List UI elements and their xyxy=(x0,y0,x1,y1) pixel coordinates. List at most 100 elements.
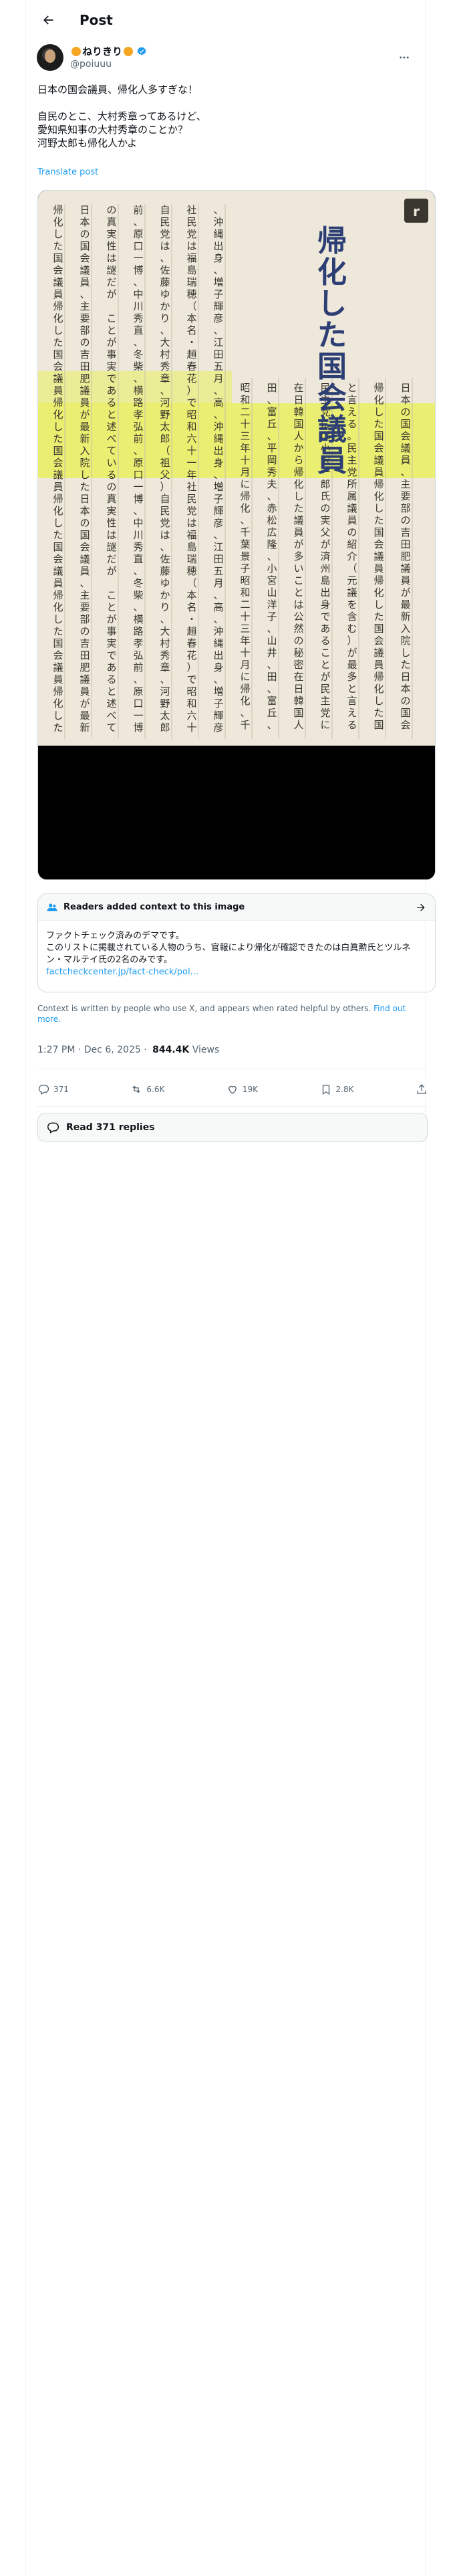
clipping-char: 秀 xyxy=(133,541,143,553)
clipping-char: 秘 xyxy=(293,647,303,659)
clipping-char: 、 xyxy=(267,430,277,442)
clipping-char: 身 xyxy=(320,599,330,611)
clipping-char: だ xyxy=(106,553,116,565)
avatar[interactable] xyxy=(37,44,63,71)
post-image[interactable]: 日本の国会議員、主要部の吉田肥議員が最新入院した日本の国会帰化した国会議員帰化し… xyxy=(37,190,436,880)
clipping-char: 彦 xyxy=(213,722,223,734)
reply-button[interactable]: 371 xyxy=(37,1083,69,1095)
community-note-body: ファクトチェック済みのデマです。 このリストに掲載されている人物のうち、官報によ… xyxy=(38,921,435,988)
clipping-char: 在 xyxy=(293,671,303,683)
clipping-char: 議 xyxy=(53,276,63,288)
clipping-char: 月 xyxy=(240,659,250,671)
headline-char: 議 xyxy=(317,413,347,447)
clipping-char: は xyxy=(106,252,116,264)
clipping-char: 議 xyxy=(53,469,63,481)
note-source-link[interactable]: factcheckcenter.jp/fact-check/pol... xyxy=(46,966,427,978)
display-name-row[interactable]: ねりきり xyxy=(70,45,147,58)
clipping-char: 会 xyxy=(400,430,410,442)
clipping-char: 自 xyxy=(160,493,170,505)
clipping-char: 江 xyxy=(213,541,223,553)
clipping-char: 月 xyxy=(240,466,250,478)
like-button[interactable]: 19K xyxy=(227,1083,258,1095)
clipping-char: に xyxy=(240,478,250,490)
post-time[interactable]: 1:27 PM xyxy=(37,1045,75,1055)
clipping-char: 口 xyxy=(133,240,143,252)
clipping-char: 述 xyxy=(106,421,116,433)
clipping-char: 帰 xyxy=(293,466,303,478)
clipping-char: 員 xyxy=(80,565,90,577)
clipping-char: 島 xyxy=(186,541,196,553)
clipping-char: 会 xyxy=(400,719,410,731)
clipping-char: 化 xyxy=(53,312,63,324)
clipping-char: 、 xyxy=(213,409,223,421)
clipping-char: 弘 xyxy=(133,649,143,661)
clipping-char: の xyxy=(400,514,410,526)
translate-link[interactable]: Translate post xyxy=(37,167,98,177)
read-replies-button[interactable]: Read 371 replies xyxy=(37,1113,428,1142)
more-options-button[interactable] xyxy=(394,47,414,68)
clipping-char: 柴 xyxy=(133,589,143,601)
community-note-header[interactable]: Readers added context to this image xyxy=(38,894,435,921)
clipping-char: 員 xyxy=(373,562,384,574)
clipping-char: の xyxy=(347,526,357,538)
clipping-char: 最 xyxy=(347,659,357,671)
clipping-char: 。 xyxy=(347,430,357,442)
clipping-char: 化 xyxy=(373,490,384,502)
clipping-char: 藤 xyxy=(160,565,170,577)
post-date[interactable]: Dec 6, 2025 xyxy=(84,1045,141,1055)
clipping-char: 郎 xyxy=(160,433,170,445)
clipping-char: 部 xyxy=(400,502,410,514)
clipping-char: 帰 xyxy=(53,397,63,409)
clipping-char: 実 xyxy=(106,505,116,517)
clipping-char: 田 xyxy=(213,348,223,360)
clipping-char: 出 xyxy=(320,586,330,599)
clipping-char: 党 xyxy=(320,707,330,719)
clipping-char: 沖 xyxy=(213,216,223,228)
clipping-char: 原 xyxy=(133,685,143,697)
clipping-char: る xyxy=(347,719,357,731)
clipping-char: 会 xyxy=(53,553,63,565)
clipping-char: た xyxy=(400,659,410,671)
clipping-char: 昭 xyxy=(186,409,196,421)
clipping-char: る xyxy=(106,397,116,409)
clipping-char: の xyxy=(80,336,90,348)
clipping-char: 員 xyxy=(347,514,357,526)
clipping-char: 謎 xyxy=(106,264,116,276)
clipping-char: 員 xyxy=(400,574,410,586)
back-button[interactable] xyxy=(37,9,59,31)
clipping-char: 述 xyxy=(106,697,116,710)
clipping-char: 路 xyxy=(133,397,143,409)
clipping-char: 佐 xyxy=(160,264,170,276)
clipping-char: ・ xyxy=(186,613,196,625)
clipping-char: 所 xyxy=(347,478,357,490)
clipping-char: 横 xyxy=(133,613,143,625)
share-button[interactable] xyxy=(416,1083,428,1095)
clipping-char: 本 xyxy=(80,505,90,517)
note-line-1: ファクトチェック済みのデマです。 xyxy=(46,931,184,941)
clipping-char: 会 xyxy=(53,649,63,661)
bookmark-button[interactable]: 2.8K xyxy=(320,1083,353,1095)
post-meta: 1:27 PM · Dec 6, 2025 · 844.4K Views xyxy=(37,1045,220,1055)
reply-count: 371 xyxy=(53,1085,69,1094)
clipping-char: 部 xyxy=(80,613,90,625)
clipping-char: 、 xyxy=(133,673,143,685)
clipping-char: ） xyxy=(160,481,170,493)
repost-button[interactable]: 6.6K xyxy=(130,1083,164,1095)
clipping-char: 博 xyxy=(133,722,143,734)
clipping-char: 化 xyxy=(373,683,384,695)
clipping-char: 和 xyxy=(240,394,250,406)
page-title: Post xyxy=(80,12,113,28)
clipping-char: と xyxy=(106,324,116,336)
top-bar: Post xyxy=(26,0,425,40)
clipping-char: 子 xyxy=(240,562,250,574)
clipping-char: る xyxy=(320,635,330,647)
community-note-card[interactable]: Readers added context to this image ファクト… xyxy=(37,893,436,992)
clipping-char: 員 xyxy=(373,466,384,478)
clipping-char: 氏 xyxy=(320,490,330,502)
clipping-char: 日 xyxy=(293,394,303,406)
clipping-char: 小 xyxy=(267,562,277,574)
author-handle[interactable]: @poiuuu xyxy=(70,58,147,70)
clipping-char: と xyxy=(106,685,116,697)
clipping-char: 、 xyxy=(133,336,143,348)
clipping-char: 議 xyxy=(80,264,90,276)
